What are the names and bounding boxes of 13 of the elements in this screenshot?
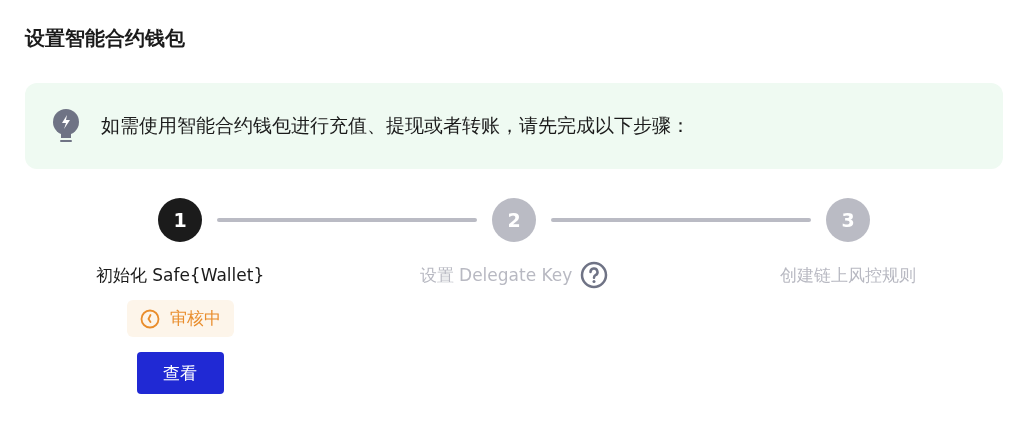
step-label: 创建链上风控规则 bbox=[780, 263, 916, 287]
view-button[interactable]: 查看 bbox=[136, 352, 224, 394]
clock-icon bbox=[139, 308, 160, 329]
step-label: 设置 Delegate Key bbox=[419, 263, 573, 287]
status-text: 审核中 bbox=[169, 307, 221, 330]
page-title: 设置智能合约钱包 bbox=[25, 25, 186, 52]
step-number: 3 bbox=[826, 198, 870, 242]
lightbulb-icon bbox=[51, 108, 81, 144]
step-label: 初始化 Safe{Wallet} bbox=[95, 263, 265, 287]
help-icon[interactable] bbox=[580, 261, 609, 289]
step-number: 2 bbox=[492, 198, 536, 242]
step-number: 1 bbox=[158, 198, 202, 242]
notice-text: 如需使用智能合约钱包进行充值、提现或者转账，请先完成以下步骤： bbox=[101, 113, 690, 138]
